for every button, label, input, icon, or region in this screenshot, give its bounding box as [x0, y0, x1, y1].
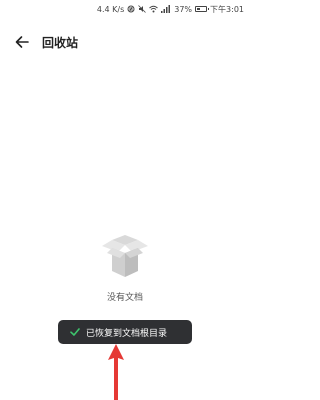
nfc-icon	[127, 5, 135, 13]
back-arrow-icon	[15, 36, 29, 48]
battery-icon	[195, 6, 210, 12]
signal-icon	[161, 5, 171, 13]
battery-level	[197, 8, 200, 10]
empty-box-icon	[102, 235, 148, 277]
toast-message: 已恢复到文档根目录	[86, 328, 168, 339]
wifi-icon	[149, 5, 159, 13]
screen: 4.4 K/s 37% 下午3:01 回收站 没有文档 已恢复到文档根目录	[0, 0, 250, 400]
red-arrow-annotation	[108, 344, 124, 400]
page-title: 回收站	[42, 35, 79, 50]
status-bar: 4.4 K/s 37% 下午3:01	[0, 0, 250, 18]
toast-notification: 已恢复到文档根目录	[58, 320, 192, 344]
empty-state-text: 没有文档	[106, 293, 143, 303]
battery-percent: 37%	[174, 4, 193, 14]
app-header: 回收站	[0, 28, 250, 56]
check-icon	[70, 327, 80, 337]
network-speed: 4.4 K/s	[96, 4, 125, 14]
empty-state: 没有文档	[0, 232, 250, 303]
clock: 下午3:01	[210, 4, 244, 14]
back-button[interactable]	[10, 30, 34, 54]
mute-icon	[138, 5, 147, 13]
